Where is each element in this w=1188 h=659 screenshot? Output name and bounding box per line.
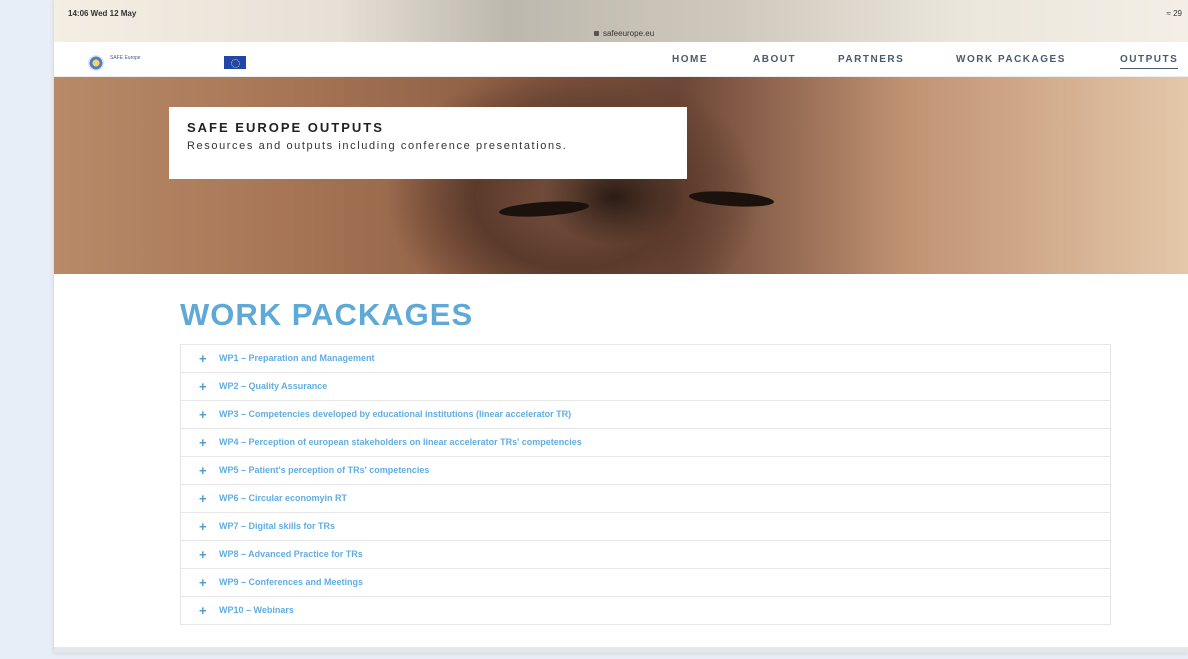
- expand-plus-icon: +: [199, 519, 207, 534]
- accordion-item-wp9[interactable]: + WP9 – Conferences and Meetings: [181, 569, 1110, 597]
- address-bar[interactable]: safeeurope.eu: [594, 29, 654, 38]
- expand-plus-icon: +: [199, 463, 207, 478]
- page-subtitle: Resources and outputs including conferen…: [187, 140, 568, 152]
- page-title: SAFE EUROPE OUTPUTS: [187, 120, 384, 135]
- status-time: 14:06 Wed 12 May: [68, 9, 137, 18]
- accordion-label: WP3 – Competencies developed by educatio…: [219, 409, 572, 419]
- hero-banner: SAFE EUROPE OUTPUTS Resources and output…: [54, 77, 1188, 274]
- battery-indicator: ≈ 29: [1166, 9, 1182, 18]
- accordion-label: WP8 – Advanced Practice for TRs: [219, 549, 363, 559]
- accordion-item-wp7[interactable]: + WP7 – Digital skills for TRs: [181, 513, 1110, 541]
- expand-plus-icon: +: [199, 491, 207, 506]
- nav-work-packages[interactable]: WORK PACKAGES: [956, 54, 1066, 65]
- ipad-screen: 14:06 Wed 12 May safeeurope.eu ≈ 29 SAFE…: [54, 0, 1188, 653]
- accordion-label: WP6 – Circular economyin RT: [219, 493, 348, 503]
- hero-image-detail: [498, 198, 590, 220]
- address-url: safeeurope.eu: [603, 29, 655, 38]
- main-navigation: HOME ABOUT PARTNERS WORK PACKAGES OUTPUT…: [54, 54, 1188, 74]
- expand-plus-icon: +: [199, 379, 207, 394]
- page-bottom-edge: [54, 647, 1188, 653]
- accordion-item-wp5[interactable]: + WP5 – Patient's perception of TRs' comp…: [181, 457, 1110, 485]
- expand-plus-icon: +: [199, 351, 207, 366]
- accordion-label: WP1 – Preparation and Management: [219, 353, 375, 363]
- accordion-item-wp6[interactable]: + WP6 – Circular economyin RT: [181, 485, 1110, 513]
- accordion-label: WP9 – Conferences and Meetings: [219, 577, 364, 587]
- nav-partners[interactable]: PARTNERS: [838, 54, 904, 65]
- accordion-label: WP10 – Webinars: [219, 605, 294, 615]
- accordion-label: WP2 – Quality Assurance: [219, 381, 328, 391]
- accordion-item-wp10[interactable]: + WP10 – Webinars: [181, 597, 1110, 624]
- battery-level: 29: [1173, 9, 1182, 18]
- lock-icon: [594, 31, 599, 37]
- accordion-item-wp3[interactable]: + WP3 – Competencies developed by educati…: [181, 401, 1110, 429]
- accordion-label: WP5 – Patient's perception of TRs' compe…: [219, 465, 430, 475]
- nav-about[interactable]: ABOUT: [753, 54, 796, 65]
- expand-plus-icon: +: [199, 603, 207, 618]
- accordion-item-wp4[interactable]: + WP4 – Perception of european stakeholde…: [181, 429, 1110, 457]
- nav-home[interactable]: HOME: [672, 54, 708, 65]
- nav-outputs[interactable]: OUTPUTS: [1120, 54, 1179, 69]
- expand-plus-icon: +: [199, 547, 207, 562]
- status-bar: 14:06 Wed 12 May safeeurope.eu ≈ 29: [54, 0, 1188, 42]
- work-packages-accordion: + WP1 – Preparation and Management + WP2 –…: [180, 344, 1111, 625]
- expand-plus-icon: +: [199, 435, 207, 450]
- site-header: SAFE Europe HOME ABOUT PARTNERS WORK PAC…: [54, 42, 1188, 77]
- hero-card: SAFE EUROPE OUTPUTS Resources and output…: [169, 107, 687, 179]
- accordion-label: WP4 – Perception of european stakeholder…: [219, 437, 582, 447]
- work-packages-heading: WORK PACKAGES: [180, 297, 474, 332]
- expand-plus-icon: +: [199, 407, 207, 422]
- accordion-label: WP7 – Digital skills for TRs: [219, 521, 336, 531]
- accordion-item-wp8[interactable]: + WP8 – Advanced Practice for TRs: [181, 541, 1110, 569]
- accordion-item-wp1[interactable]: + WP1 – Preparation and Management: [181, 345, 1110, 373]
- accordion-item-wp2[interactable]: + WP2 – Quality Assurance: [181, 373, 1110, 401]
- hero-image-detail: [688, 189, 775, 209]
- expand-plus-icon: +: [199, 575, 207, 590]
